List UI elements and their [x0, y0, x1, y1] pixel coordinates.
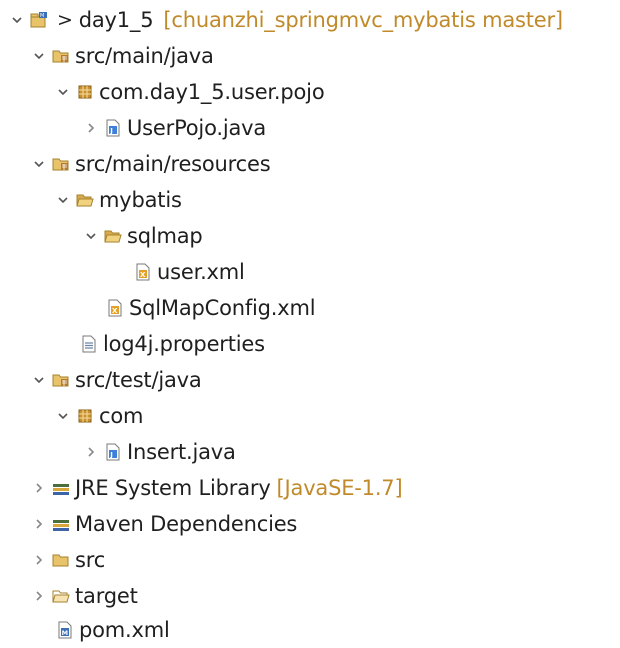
chevron-down-icon[interactable] — [56, 409, 70, 423]
xml-file-icon: X — [134, 263, 152, 281]
chevron-right-icon[interactable] — [84, 121, 98, 135]
tree-item-target-folder[interactable]: target — [32, 578, 138, 614]
open-folder-icon — [104, 227, 122, 245]
svg-text:M: M — [40, 13, 44, 19]
open-folder-icon — [76, 191, 94, 209]
pom-file-icon: M — [56, 621, 74, 639]
tree-item-label: target — [75, 584, 138, 608]
tree-item-package-pojo[interactable]: com.day1_5.user.pojo — [56, 74, 325, 110]
tree-item-label: UserPojo.java — [127, 116, 267, 140]
tree-item-label: Insert.java — [127, 440, 236, 464]
chevron-down-icon[interactable] — [84, 229, 98, 243]
tree-item-insert-java[interactable]: J Insert.java — [84, 434, 236, 470]
tree-item-label: JRE System Library — [75, 476, 271, 500]
chevron-right-icon[interactable] — [32, 517, 46, 531]
source-folder-icon — [52, 371, 70, 389]
tree-item-sqlmapconfig-xml[interactable]: X SqlMapConfig.xml — [86, 290, 316, 326]
chevron-right-icon[interactable] — [84, 445, 98, 459]
xml-file-icon: X — [106, 299, 124, 317]
tree-item-label: com.day1_5.user.pojo — [99, 80, 325, 104]
jre-version-decoration: [JavaSE-1.7] — [276, 476, 403, 500]
tree-item-project[interactable]: M > day1_5 [chuanzhi_springmvc_mybatis m… — [10, 2, 563, 38]
open-folder-icon — [52, 587, 70, 605]
chevron-down-icon[interactable] — [56, 85, 70, 99]
tree-item-maven-dependencies[interactable]: Maven Dependencies — [32, 506, 297, 542]
tree-item-log4j-properties[interactable]: log4j.properties — [60, 326, 265, 362]
source-folder-icon — [52, 155, 70, 173]
tree-item-label: sqlmap — [127, 224, 203, 248]
tree-item-label: src/main/java — [75, 44, 214, 68]
tree-item-label: src — [75, 548, 106, 572]
tree-item-label: log4j.properties — [103, 332, 265, 356]
tree-item-label: src/test/java — [75, 368, 202, 392]
tree-item-label: SqlMapConfig.xml — [129, 296, 316, 320]
project-explorer-tree: M > day1_5 [chuanzhi_springmvc_mybatis m… — [0, 0, 620, 643]
package-icon — [76, 83, 94, 101]
svg-text:M: M — [62, 629, 68, 637]
tree-item-sqlmap-folder[interactable]: sqlmap — [84, 218, 203, 254]
tree-item-src-main-resources[interactable]: src/main/resources — [32, 146, 271, 182]
svg-text:X: X — [112, 307, 118, 315]
tree-item-label: pom.xml — [79, 618, 170, 642]
chevron-down-icon[interactable] — [32, 157, 46, 171]
tree-item-label: user.xml — [157, 260, 245, 284]
tree-item-src-folder[interactable]: src — [32, 542, 105, 578]
tree-item-mybatis-folder[interactable]: mybatis — [56, 182, 182, 218]
chevron-right-icon[interactable] — [32, 553, 46, 567]
tree-item-label: Maven Dependencies — [75, 512, 298, 536]
package-icon — [76, 407, 94, 425]
chevron-right-icon[interactable] — [32, 481, 46, 495]
chevron-down-icon[interactable] — [32, 49, 46, 63]
tree-item-userpojo-java[interactable]: J UserPojo.java — [84, 110, 266, 146]
svg-text:X: X — [140, 271, 146, 279]
source-folder-icon — [52, 47, 70, 65]
properties-file-icon — [80, 335, 98, 353]
library-icon — [52, 515, 70, 533]
library-icon — [52, 479, 70, 497]
svg-text:J: J — [109, 451, 112, 459]
tree-item-label: src/main/resources — [75, 152, 271, 176]
java-file-icon: J — [104, 119, 122, 137]
tree-item-jre-library[interactable]: JRE System Library [JavaSE-1.7] — [32, 470, 403, 506]
java-file-icon: J — [104, 443, 122, 461]
tree-item-src-test-java[interactable]: src/test/java — [32, 362, 202, 398]
chevron-down-icon[interactable] — [10, 13, 24, 27]
tree-item-label: com — [99, 404, 144, 428]
project-git-decoration: [chuanzhi_springmvc_mybatis master] — [163, 8, 563, 32]
chevron-down-icon[interactable] — [32, 373, 46, 387]
folder-icon — [52, 551, 70, 569]
maven-project-icon: M — [30, 11, 48, 29]
tree-item-src-main-java[interactable]: src/main/java — [32, 38, 214, 74]
tree-item-package-com[interactable]: com — [56, 398, 143, 434]
tree-item-user-xml[interactable]: X user.xml — [114, 254, 245, 290]
tree-item-label: mybatis — [99, 188, 182, 212]
svg-text:J: J — [109, 127, 112, 135]
chevron-down-icon[interactable] — [56, 193, 70, 207]
project-arrow: > — [57, 9, 73, 31]
project-label: day1_5 — [78, 8, 154, 32]
chevron-right-icon[interactable] — [32, 589, 46, 603]
